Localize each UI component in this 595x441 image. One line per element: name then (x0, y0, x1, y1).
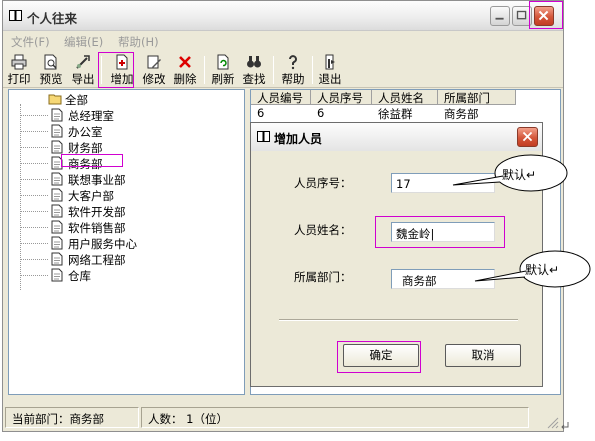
exit-button[interactable]: 退出 (315, 53, 345, 87)
menu-help[interactable]: 帮助(H) (118, 34, 159, 50)
edit-icon (147, 55, 161, 69)
tree-node-label: 仓库 (68, 269, 91, 283)
binoculars-icon (247, 56, 261, 68)
tree-connector (20, 131, 48, 132)
tree-connector (20, 147, 48, 148)
preview-icon (44, 54, 57, 70)
edit-button[interactable]: 修改 (139, 53, 169, 87)
book-icon (257, 131, 270, 142)
refresh-icon (217, 54, 229, 70)
close-icon (522, 131, 533, 142)
document-icon (51, 172, 63, 186)
find-button[interactable]: 查找 (239, 53, 269, 87)
document-icon (51, 268, 63, 282)
help-label: 帮助 (281, 72, 305, 86)
dialog-title: 增加人员 (274, 132, 323, 146)
tree-connector (20, 275, 48, 276)
highlight-ok (337, 341, 421, 373)
delete-label: 删除 (173, 72, 197, 86)
tree-connector (20, 163, 48, 164)
callout-text-2: 默认↵ (525, 263, 560, 277)
document-icon (51, 252, 63, 266)
tree-connector (20, 259, 48, 260)
tree-connector (20, 179, 48, 180)
label-department: 所属部门： (294, 270, 352, 284)
folder-open-icon (48, 94, 62, 105)
menu-file[interactable]: 文件(F) (11, 34, 50, 50)
document-icon (51, 236, 63, 250)
tree-node-label: 大客户部 (68, 189, 114, 203)
dialog-divider (279, 319, 518, 321)
tree-connector (20, 115, 48, 116)
department-tree: 全部 总经理室 办公室 财务部 商务部 联想事业部 大客户部 软件开发部 软件销售部 用户服务中… (8, 89, 245, 395)
tree-connector (20, 211, 48, 212)
print-button[interactable]: 打印 (4, 53, 34, 87)
highlight-close (529, 1, 563, 29)
cancel-button[interactable]: 取消 (445, 344, 521, 367)
status-bar: 当前部门：商务部 人数： 1（位） (3, 405, 563, 431)
cell-department: 商务部 (444, 107, 479, 121)
refresh-button[interactable]: 刷新 (208, 53, 238, 87)
label-employee-seq: 人员序号： (294, 176, 352, 190)
title-bar: 个人往来 (3, 1, 563, 31)
find-label: 查找 (242, 72, 266, 86)
help-button[interactable]: 帮助 (278, 53, 308, 87)
highlight-name-field (375, 216, 505, 248)
label-employee-name: 人员姓名： (294, 223, 352, 237)
column-header-employee-id[interactable]: 人员编号 (251, 90, 311, 105)
return-mark-icon (561, 422, 569, 430)
menu-bar: 文件(F) 编辑(E) 帮助(H) (3, 32, 563, 50)
minimize-button[interactable] (490, 6, 510, 26)
minimize-icon (495, 17, 504, 20)
column-header-employee-seq[interactable]: 人员序号 (311, 90, 372, 105)
callout-text-1: 默认↵ (502, 168, 537, 182)
toolbar: 打印 预览 导出 增加 修改 删除 刷新 查找 帮助 退出 (3, 52, 563, 88)
tree-node-label: 办公室 (68, 125, 103, 139)
cell-employee-seq: 6 (317, 106, 325, 120)
cell-employee-name: 徐益群 (378, 107, 413, 121)
tree-connector (20, 195, 48, 196)
exit-label: 退出 (318, 72, 342, 86)
tree-node-label: 软件开发部 (68, 205, 126, 219)
exit-icon (325, 54, 335, 70)
tree-node-label: 总经理室 (68, 109, 114, 123)
column-header-employee-name[interactable]: 人员姓名 (372, 90, 438, 105)
delete-button[interactable]: 删除 (170, 53, 200, 87)
tree-root-label: 全部 (65, 93, 88, 107)
export-button[interactable]: 导出 (68, 53, 98, 87)
window-title: 个人往来 (27, 11, 78, 26)
tree-node-label: 网络工程部 (68, 253, 126, 267)
highlight-add (98, 52, 134, 88)
document-icon (51, 220, 63, 234)
status-count: 人数： 1（位） (141, 407, 529, 428)
document-icon (51, 204, 63, 218)
document-icon (51, 108, 63, 122)
document-icon (51, 124, 63, 138)
tree-node-label: 用户服务中心 (68, 237, 137, 251)
export-icon (76, 55, 90, 69)
dialog-close-button[interactable] (517, 127, 538, 147)
column-header-department[interactable]: 所属部门 (438, 90, 516, 105)
delete-icon (179, 56, 191, 68)
dialog-title-bar: 增加人员 (251, 123, 542, 151)
resize-grip-icon[interactable] (545, 415, 559, 429)
preview-button[interactable]: 预览 (36, 53, 66, 87)
tree-node-label: 联想事业部 (68, 173, 126, 187)
help-icon (289, 55, 297, 70)
tree-node-label: 软件销售部 (68, 221, 126, 235)
tree-connector (20, 243, 48, 244)
highlight-tree-selected (61, 154, 123, 167)
document-icon (51, 140, 63, 154)
cell-employee-id: 6 (257, 106, 265, 120)
document-icon (51, 188, 63, 202)
export-label: 导出 (71, 72, 95, 86)
menu-edit[interactable]: 编辑(E) (64, 34, 103, 50)
status-department: 当前部门：商务部 (5, 407, 139, 428)
tree-connector (20, 227, 48, 228)
book-icon (9, 10, 22, 21)
printer-icon (11, 54, 27, 70)
